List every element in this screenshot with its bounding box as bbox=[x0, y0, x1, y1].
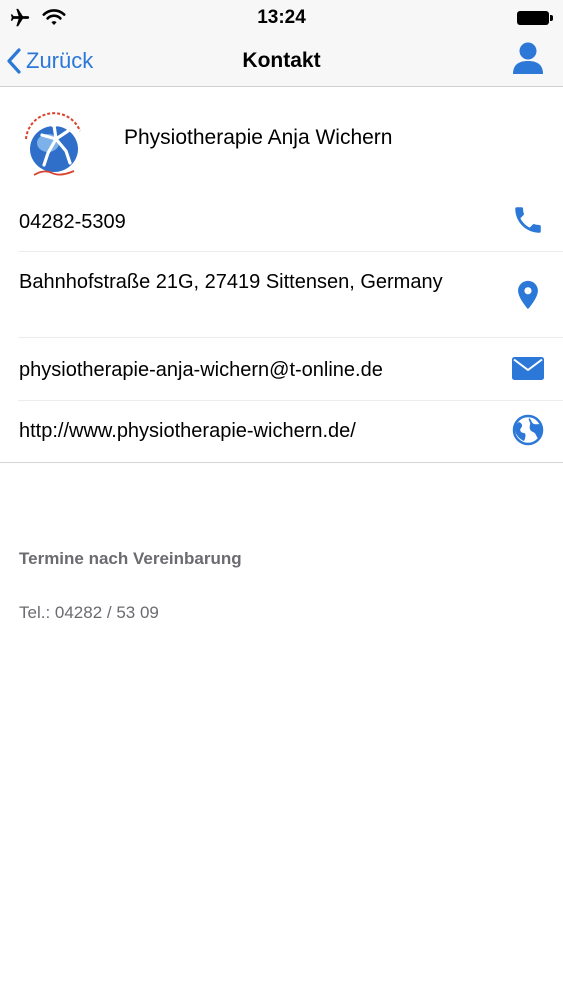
website-row[interactable]: http://www.physiotherapie-wichern.de/ bbox=[18, 400, 563, 462]
email-row[interactable]: physiotherapie-anja-wichern@t-online.de bbox=[18, 337, 563, 400]
globe-icon[interactable] bbox=[511, 413, 545, 447]
phone-icon[interactable] bbox=[511, 203, 545, 237]
phone-number: 04282-5309 bbox=[19, 211, 126, 233]
contact-list: Physiotherapie Anja Wichern 04282-5309 B… bbox=[0, 87, 563, 463]
physiotherapy-logo bbox=[18, 109, 90, 181]
chevron-left-icon bbox=[6, 48, 22, 74]
status-bar: 13:24 bbox=[0, 0, 563, 36]
business-name: Physiotherapie Anja Wichern bbox=[124, 126, 393, 149]
phone-row[interactable]: 04282-5309 bbox=[18, 189, 563, 251]
back-button[interactable]: Zurück bbox=[6, 42, 93, 80]
address-row[interactable]: Bahnhofstraße 21G, 27419 Sittensen, Germ… bbox=[18, 251, 563, 337]
battery-icon bbox=[517, 11, 553, 25]
navigation-bar: Zurück Kontakt bbox=[0, 36, 563, 87]
location-pin-icon[interactable] bbox=[511, 278, 545, 312]
telephone-note: Tel.: 04282 / 53 09 bbox=[19, 603, 159, 622]
page-title: Kontakt bbox=[242, 49, 321, 72]
person-icon bbox=[511, 40, 545, 78]
address-text: Bahnhofstraße 21G, 27419 Sittensen, Germ… bbox=[19, 271, 443, 293]
profile-button[interactable] bbox=[511, 40, 545, 78]
mail-icon[interactable] bbox=[511, 351, 545, 385]
list-separator bbox=[0, 462, 563, 463]
email-address: physiotherapie-anja-wichern@t-online.de bbox=[19, 359, 383, 381]
appointment-note: Termine nach Vereinbarung bbox=[19, 549, 242, 568]
back-button-label: Zurück bbox=[26, 48, 94, 73]
contact-header: Physiotherapie Anja Wichern bbox=[0, 87, 563, 189]
website-url: http://www.physiotherapie-wichern.de/ bbox=[19, 420, 356, 442]
status-time: 13:24 bbox=[257, 7, 306, 28]
